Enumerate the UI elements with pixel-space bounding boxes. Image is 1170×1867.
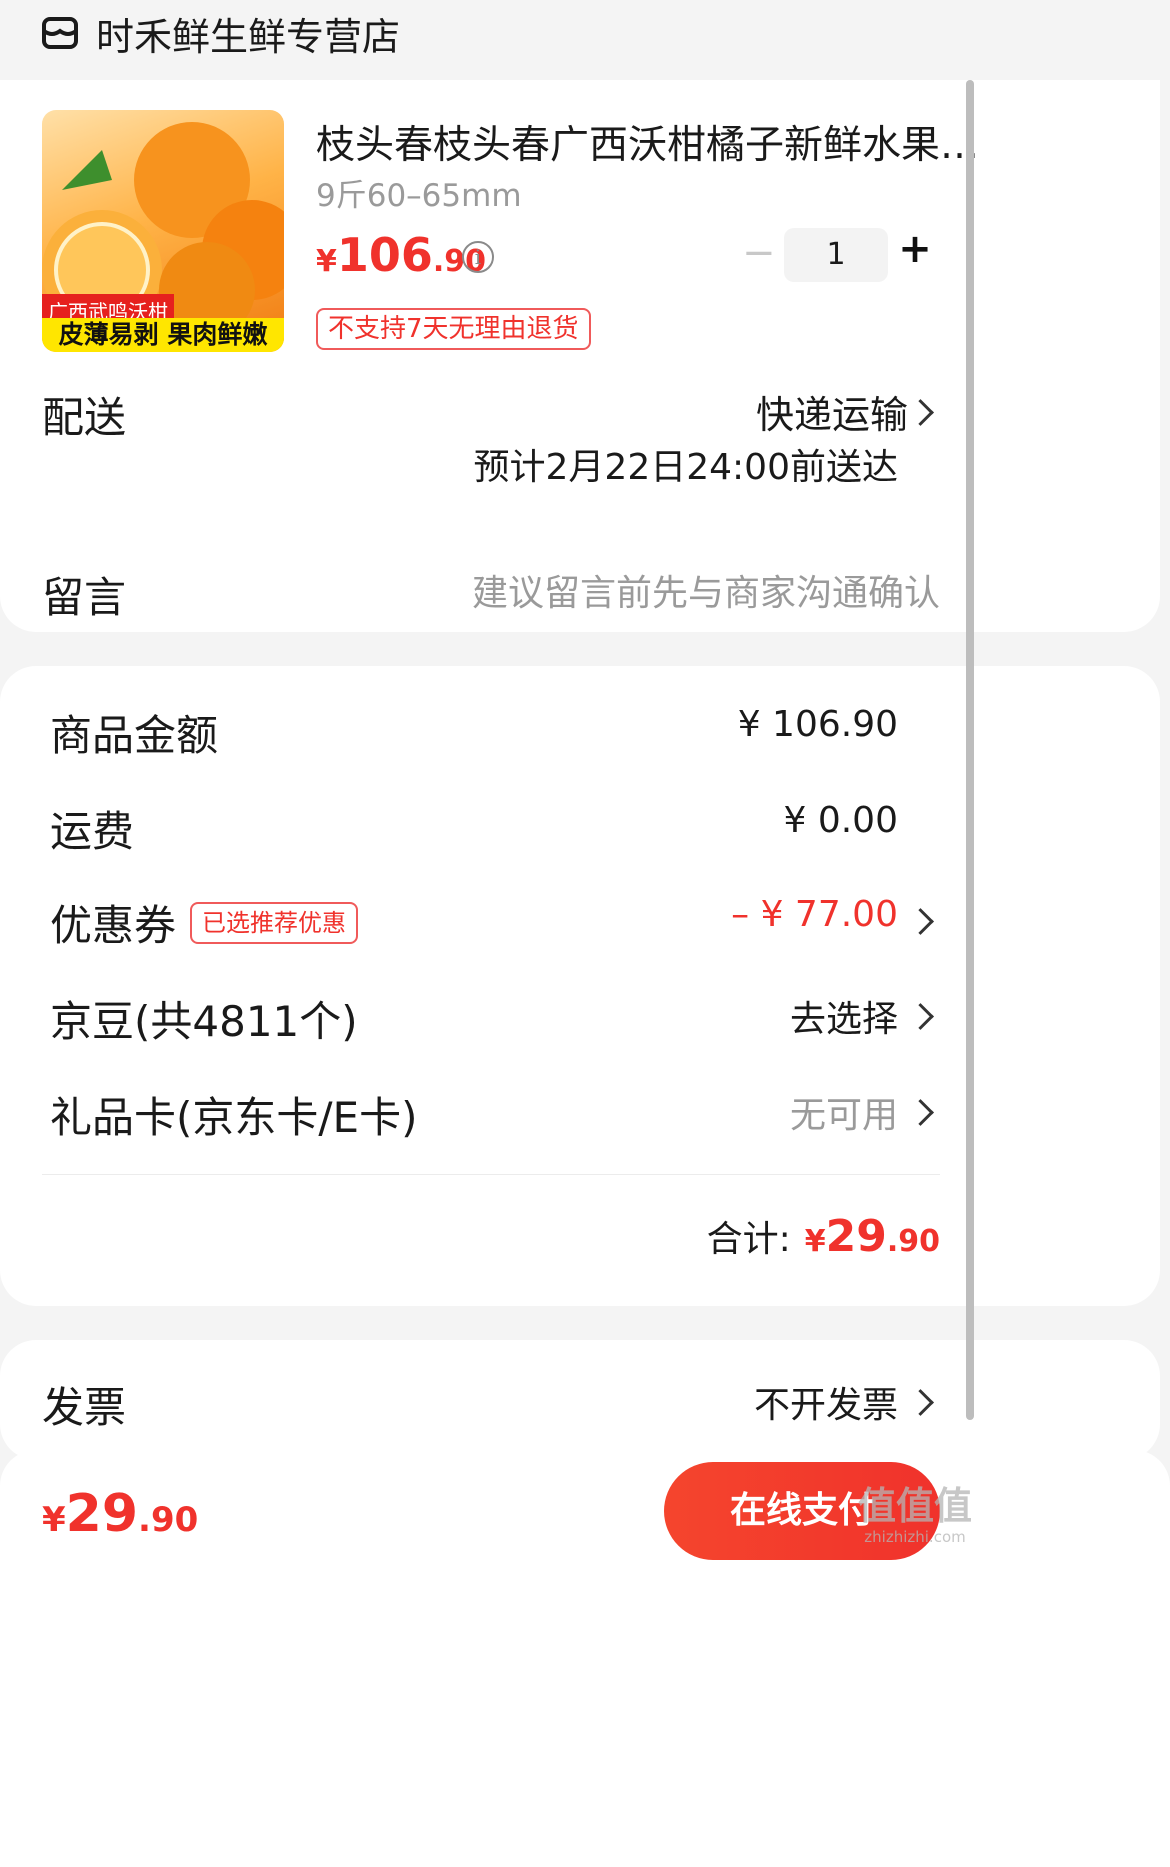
watermark-text: 值值值 <box>858 1484 973 1528</box>
bottom-decimal: .90 <box>138 1500 199 1540</box>
bottom-integer: 29 <box>65 1484 139 1544</box>
coupon-label: 优惠券 <box>50 901 177 950</box>
shop-name: 时禾鲜生鲜专营店 <box>96 14 401 59</box>
info-icon[interactable]: i <box>462 241 494 273</box>
goods-amount-value: ¥ 106.90 <box>737 704 898 745</box>
coupon-row[interactable]: 优惠券 已选推荐优惠 <box>50 892 1110 953</box>
invoice-card[interactable]: 发票 不开发票 <box>0 1340 1160 1460</box>
invoice-label: 发票 <box>42 1383 127 1432</box>
shipping-label: 运费 <box>50 807 135 856</box>
gift-card-label: 礼品卡(京东卡/E卡) <box>50 1093 418 1142</box>
price-integer: 106 <box>336 228 433 282</box>
watermark-sub: zhizhizhi.com <box>864 1528 966 1546</box>
shop-icon <box>40 13 80 53</box>
total-label: 合计: <box>706 1219 791 1260</box>
bottom-bar: ¥ 29 .90 在线支付 值值值 zhizhizhi.com <box>0 1450 1170 1867</box>
product-title[interactable]: 枝头春枝头春广西沃柑橘子新鲜水果… <box>316 114 979 170</box>
summary-divider <box>42 1174 940 1175</box>
quantity-minus-button[interactable]: − <box>742 230 776 276</box>
summary-card: 商品金额 ¥ 106.90 运费 ¥ 0.00 优惠券 已选推荐优惠 – ¥ 7… <box>0 666 1160 1306</box>
image-banner-bottom: 皮薄易剥 果肉鲜嫩 <box>42 318 284 352</box>
scrollbar[interactable] <box>966 80 974 1420</box>
goods-amount-label: 商品金额 <box>50 711 219 760</box>
delivery-label: 配送 <box>42 393 127 442</box>
order-card: 广西武鸣沃柑 皮薄易剥 果肉鲜嫩 枝头春枝头春广西沃柑橘子新鲜水果… 9斤60–… <box>0 80 1160 632</box>
product-price: ¥ 106 .90 <box>316 228 486 282</box>
total-symbol: ¥ <box>804 1224 826 1259</box>
product-image[interactable]: 广西武鸣沃柑 皮薄易剥 果肉鲜嫩 <box>42 110 284 352</box>
price-symbol: ¥ <box>316 244 337 279</box>
bottom-symbol: ¥ <box>42 1500 66 1540</box>
total-integer: 29 <box>825 1211 887 1262</box>
jd-beans-row[interactable]: 京豆(共4811个) <box>50 988 1110 1049</box>
quantity-plus-button[interactable]: + <box>898 226 932 272</box>
watermark: 值值值 zhizhizhi.com <box>858 1484 972 1546</box>
delivery-eta: 预计2月22日24:00前送达 <box>473 447 898 488</box>
jd-beans-value[interactable]: 去选择 <box>790 990 898 1042</box>
shipping-value: ¥ 0.00 <box>783 800 898 841</box>
coupon-value[interactable]: – ¥ 77.00 <box>731 894 898 935</box>
return-policy-tag: 不支持7天无理由退货 <box>316 308 591 350</box>
delivery-method[interactable]: 快递运输 <box>756 384 908 439</box>
gift-card-row[interactable]: 礼品卡(京东卡/E卡) <box>50 1084 1110 1145</box>
product-spec[interactable]: 9斤60–65mm <box>316 170 522 215</box>
shipping-row: 运费 <box>50 798 1110 859</box>
invoice-value[interactable]: 不开发票 <box>754 1376 898 1428</box>
jd-beans-label: 京豆(共4811个) <box>50 997 358 1046</box>
shop-header[interactable]: 时禾鲜生鲜专营店 <box>40 8 401 59</box>
gift-card-value[interactable]: 无可用 <box>790 1086 898 1138</box>
message-label: 留言 <box>42 573 127 622</box>
delivery-chevron-icon[interactable] <box>907 399 934 426</box>
total-row: 合计: ¥ 29 .90 <box>707 1210 940 1262</box>
invoice-chevron-icon[interactable] <box>907 1389 934 1416</box>
quantity-value[interactable]: 1 <box>784 228 888 282</box>
bottom-total: ¥ 29 .90 <box>42 1484 198 1544</box>
message-input[interactable]: 建议留言前先与商家沟通确认 <box>472 564 940 616</box>
goods-amount-row: 商品金额 <box>50 702 1110 763</box>
total-decimal: .90 <box>886 1224 940 1259</box>
coupon-tag: 已选推荐优惠 <box>190 901 359 944</box>
